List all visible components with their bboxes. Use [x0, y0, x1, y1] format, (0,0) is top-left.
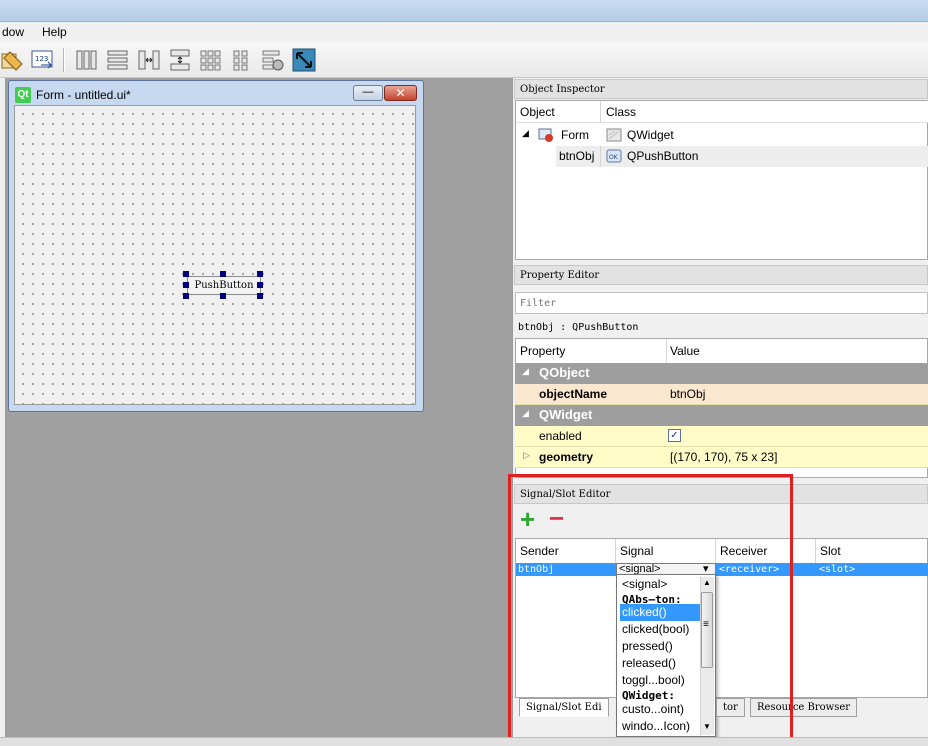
- property-row-objectname[interactable]: objectName btnObj: [515, 384, 928, 405]
- qt-logo-icon: Qt: [15, 87, 31, 103]
- tree-item-btnobj-class: QPushButton: [627, 149, 699, 163]
- selection-handle[interactable]: [183, 293, 189, 299]
- column-separator: [666, 339, 667, 363]
- selection-handle[interactable]: [257, 293, 263, 299]
- selection-handle[interactable]: [183, 282, 189, 288]
- menu-window[interactable]: dow: [2, 25, 24, 39]
- form-object-icon: [538, 127, 554, 146]
- layout-form-icon[interactable]: [230, 48, 254, 72]
- tree-expander-icon[interactable]: ◢: [522, 128, 529, 139]
- column-separator: [600, 101, 601, 123]
- group-label: QWidget: [539, 407, 593, 422]
- menu-help[interactable]: Help: [42, 25, 67, 39]
- property-editor-title: Property Editor: [514, 265, 928, 285]
- header-slot[interactable]: Slot: [820, 544, 841, 558]
- form-canvas[interactable]: [14, 105, 416, 405]
- property-name: geometry: [539, 450, 594, 464]
- edit-tab-order-icon[interactable]: [0, 48, 24, 72]
- property-filter-input[interactable]: [515, 292, 928, 314]
- layout-splitter-horizontal-icon[interactable]: [137, 48, 161, 72]
- qpushbutton-class-icon: OK: [606, 148, 622, 167]
- selection-handle[interactable]: [257, 271, 263, 277]
- minimize-button[interactable]: —: [353, 85, 383, 101]
- layout-grid-icon[interactable]: [199, 48, 223, 72]
- column-separator: [600, 146, 601, 167]
- toolbar: 123: [0, 42, 928, 78]
- object-inspector-title: Object Inspector: [514, 79, 928, 99]
- close-button[interactable]: ✕: [384, 85, 417, 101]
- selection-handle[interactable]: [257, 282, 263, 288]
- header-property[interactable]: Property: [520, 344, 565, 358]
- selection-handle[interactable]: [183, 271, 189, 277]
- group-label: QObject: [539, 365, 590, 380]
- property-name: objectName: [539, 387, 608, 401]
- tree-item-form-object[interactable]: Form: [561, 128, 589, 142]
- layout-vertical-icon[interactable]: [106, 48, 130, 72]
- property-group-qwidget[interactable]: ◢ QWidget: [515, 405, 928, 426]
- tree-item-btnobj-object[interactable]: btnObj: [559, 149, 594, 163]
- selection-handle[interactable]: [220, 271, 226, 277]
- property-row-geometry[interactable]: ▷ geometry [(170, 170), 75 x 23]: [515, 447, 928, 468]
- property-context-label: btnObj : QPushButton: [518, 322, 639, 333]
- selection-handle[interactable]: [220, 293, 226, 299]
- group-expander-icon[interactable]: ◢: [522, 366, 529, 377]
- object-inspector-header: [516, 101, 928, 123]
- svg-text:OK: OK: [609, 154, 619, 161]
- property-value[interactable]: btnObj: [670, 387, 705, 401]
- header-value[interactable]: Value: [670, 344, 700, 358]
- edit-buddies-icon[interactable]: 123: [31, 48, 55, 72]
- status-bar: [0, 737, 928, 746]
- layout-horizontal-icon[interactable]: [75, 48, 99, 72]
- break-layout-icon[interactable]: [261, 48, 285, 72]
- object-inspector-tree[interactable]: [515, 100, 928, 260]
- tree-item-form-class: QWidget: [627, 128, 674, 142]
- header-object[interactable]: Object: [520, 105, 555, 119]
- property-row-enabled[interactable]: enabled ✓: [515, 426, 928, 447]
- adjust-size-icon[interactable]: [292, 48, 316, 72]
- toolbar-separator: [63, 48, 65, 72]
- header-class[interactable]: Class: [606, 105, 636, 119]
- menubar: dow Help: [0, 22, 928, 42]
- property-value[interactable]: [(170, 170), 75 x 23]: [670, 450, 777, 464]
- svg-text:123: 123: [35, 55, 48, 63]
- enabled-checkbox[interactable]: ✓: [668, 429, 681, 442]
- property-name: enabled: [539, 429, 582, 443]
- row-expander-icon[interactable]: ▷: [523, 450, 530, 461]
- column-separator: [815, 539, 816, 563]
- qwidget-class-icon: [606, 127, 622, 146]
- form-window-title: Form - untitled.ui*: [36, 88, 131, 102]
- layout-splitter-vertical-icon[interactable]: [168, 48, 192, 72]
- annotation-highlight-box: [508, 474, 793, 745]
- property-group-qobject[interactable]: ◢ QObject: [515, 363, 928, 384]
- connection-slot[interactable]: <slot>: [819, 564, 855, 575]
- group-expander-icon[interactable]: ◢: [522, 408, 529, 419]
- window-titlebar: [0, 0, 928, 22]
